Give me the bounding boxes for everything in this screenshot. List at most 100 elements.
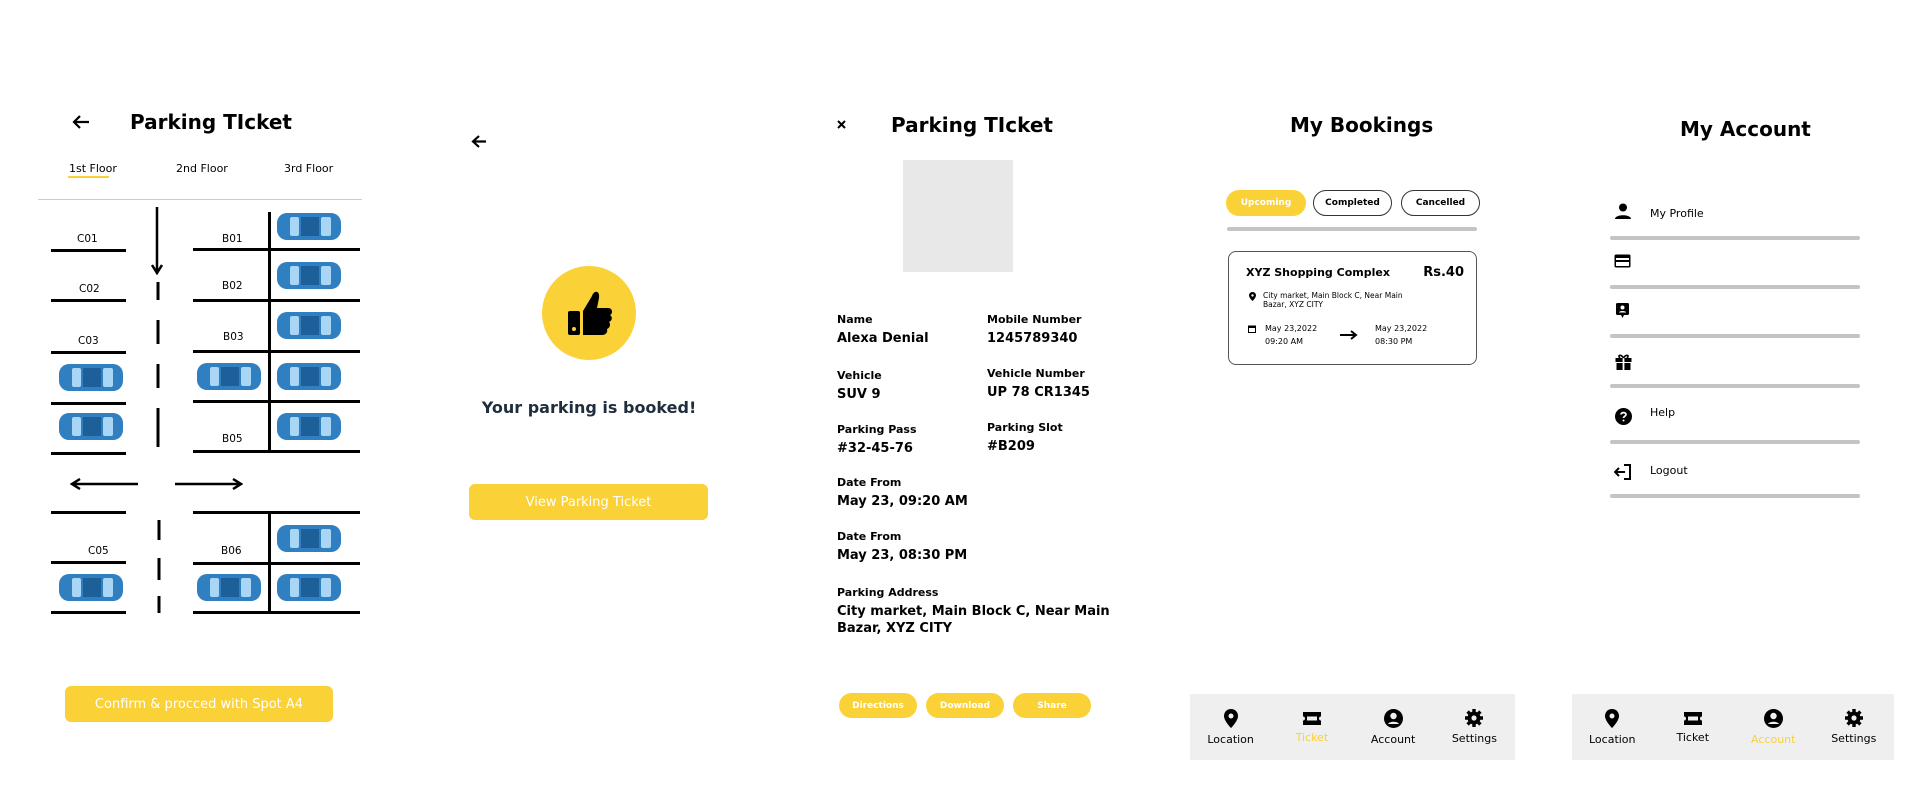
tab-2nd-floor[interactable]: 2nd Floor: [176, 162, 228, 175]
nav-label: Settings: [1831, 732, 1877, 745]
field-value: SUV 9: [837, 387, 881, 402]
directions-button[interactable]: Directions: [839, 693, 917, 718]
item-divider: [1610, 494, 1860, 498]
nav-location[interactable]: Location: [1199, 708, 1263, 746]
item-divider: [1610, 236, 1860, 240]
item-divider: [1610, 440, 1860, 444]
calendar-icon: [1248, 325, 1256, 333]
qr-code-placeholder: [903, 160, 1013, 272]
tab-cancelled[interactable]: Cancelled: [1401, 190, 1480, 216]
nav-settings[interactable]: Settings: [1822, 709, 1886, 745]
spot-line: [193, 350, 360, 353]
lane-dashes: [157, 520, 161, 613]
share-button[interactable]: Share: [1013, 693, 1091, 718]
tab-3rd-floor[interactable]: 3rd Floor: [284, 162, 333, 175]
booking-card[interactable]: XYZ Shopping Complex Rs.40 City market, …: [1228, 251, 1477, 365]
page-title: My Account: [1680, 117, 1811, 141]
spot-line: [51, 402, 126, 405]
gear-icon: [1465, 709, 1484, 727]
divider: [38, 199, 362, 200]
car-icon: [277, 413, 341, 440]
field-value: UP 78 CR1345: [987, 385, 1090, 400]
person-icon: [1615, 203, 1631, 219]
spot-label: B06: [221, 545, 242, 557]
divider-vertical: [268, 212, 271, 452]
spot-line: [193, 248, 360, 251]
logout-icon: [1614, 464, 1631, 480]
car-icon: [277, 312, 341, 339]
account-item-help[interactable]: Help: [1610, 406, 1860, 436]
car-icon: [197, 574, 261, 601]
account-item-contact[interactable]: [1610, 303, 1860, 333]
car-icon: [59, 574, 123, 601]
spot-line: [51, 561, 126, 564]
field-label: Date From: [837, 476, 902, 489]
lane-dashes: [156, 282, 160, 447]
nav-ticket[interactable]: Ticket: [1280, 711, 1344, 744]
spot-line: [193, 562, 360, 565]
spot-label: C01: [77, 233, 98, 245]
page-title: Parking TIcket: [891, 113, 1053, 137]
field-label: Vehicle: [837, 369, 882, 382]
field-value: 1245789340: [987, 331, 1078, 346]
booking-from-date: May 23,2022: [1265, 324, 1318, 333]
item-divider: [1610, 334, 1860, 338]
nav-account[interactable]: Account: [1741, 708, 1805, 746]
field-label: Mobile Number: [987, 313, 1082, 326]
spot-line: [51, 351, 126, 354]
field-value: #B209: [987, 439, 1035, 454]
tabs-divider: [1227, 227, 1477, 231]
gift-icon: [1615, 354, 1632, 370]
gear-icon: [1844, 709, 1863, 727]
tab-1st-floor[interactable]: 1st Floor: [69, 162, 117, 175]
spot-line: [193, 450, 360, 453]
spot-line: [51, 452, 126, 455]
spot-line: [193, 299, 360, 302]
spot-line: [51, 249, 126, 252]
back-arrow-icon[interactable]: [471, 134, 487, 149]
active-tab-underline: [68, 176, 109, 178]
nav-settings[interactable]: Settings: [1442, 709, 1506, 745]
help-icon: [1615, 408, 1632, 425]
spot-label: C05: [88, 545, 109, 557]
field-label: Parking Slot: [987, 421, 1063, 434]
car-icon: [277, 262, 341, 289]
download-button[interactable]: Download: [926, 693, 1004, 718]
spot-label: B02: [222, 280, 243, 292]
nav-ticket[interactable]: Ticket: [1661, 711, 1725, 744]
account-item-logout[interactable]: Logout: [1610, 464, 1860, 494]
thumbs-up-icon: [542, 266, 636, 360]
tab-completed[interactable]: Completed: [1313, 190, 1392, 216]
spot-label: B05: [222, 433, 243, 445]
account-item-payment[interactable]: [1610, 254, 1860, 284]
divider-vertical: [268, 512, 271, 612]
success-message: Your parking is booked!: [481, 398, 697, 417]
field-label: Vehicle Number: [987, 367, 1085, 380]
spot-line: [193, 611, 360, 614]
view-ticket-button[interactable]: View Parking Ticket: [469, 484, 708, 520]
account-icon: [1763, 708, 1783, 728]
account-item-gifts[interactable]: [1610, 354, 1860, 384]
spot-label: B03: [223, 331, 244, 343]
bottom-nav: Location Ticket Account Settings: [1190, 694, 1515, 760]
back-arrow-icon[interactable]: [72, 114, 90, 130]
nav-account[interactable]: Account: [1361, 708, 1425, 746]
location-icon: [1223, 708, 1238, 728]
location-icon: [1605, 708, 1620, 728]
tab-upcoming[interactable]: Upcoming: [1226, 190, 1306, 216]
nav-label: Location: [1207, 732, 1254, 746]
booking-to-time: 08:30 PM: [1375, 337, 1413, 346]
close-icon[interactable]: [837, 120, 846, 129]
car-icon: [277, 574, 341, 601]
ticket-icon: [1683, 711, 1702, 725]
nav-label: Account: [1370, 732, 1416, 746]
field-value: May 23, 09:20 AM: [837, 494, 968, 509]
car-icon: [197, 363, 261, 390]
spot-line: [193, 511, 360, 514]
spot-line: [193, 400, 360, 403]
spot-line: [51, 511, 126, 514]
field-label: Date From: [837, 530, 902, 543]
page-title: Parking TIcket: [130, 110, 292, 134]
nav-location[interactable]: Location: [1580, 708, 1644, 746]
confirm-button[interactable]: Confirm & procced with Spot A4: [65, 686, 333, 722]
